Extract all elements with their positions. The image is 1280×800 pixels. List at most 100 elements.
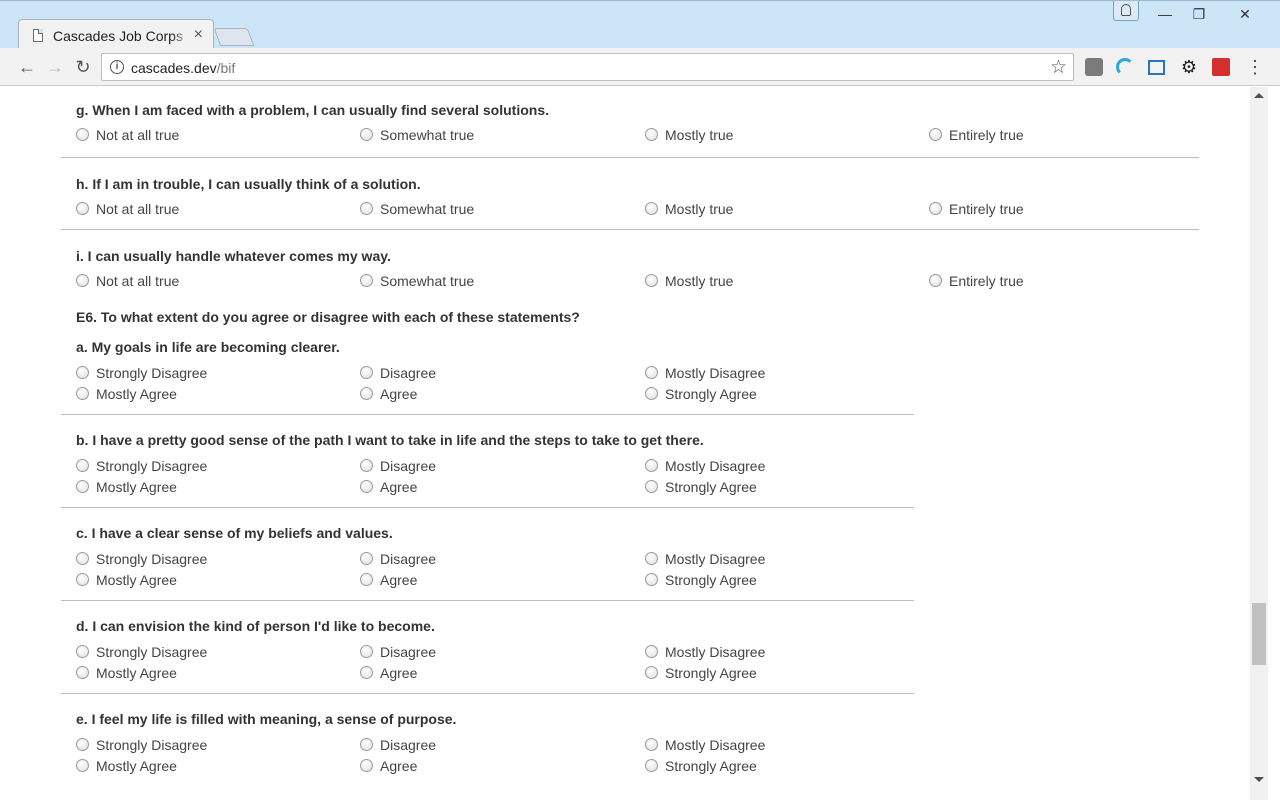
radio-button[interactable]	[360, 274, 373, 287]
radio-button[interactable]	[76, 666, 89, 679]
user-profile-button[interactable]	[1113, 1, 1139, 21]
scroll-up-arrow-icon[interactable]	[1254, 93, 1264, 98]
radio-button[interactable]	[360, 459, 373, 472]
radio-button[interactable]	[645, 387, 658, 400]
page-icon	[33, 29, 43, 42]
question-block: g. When I am faced with a problem, I can…	[61, 87, 1199, 158]
radio-label: Entirely true	[949, 273, 1024, 289]
screen-capture-icon[interactable]	[1148, 60, 1165, 75]
radio-button[interactable]	[76, 759, 89, 772]
radio-button[interactable]	[645, 459, 658, 472]
radio-label: Mostly Disagree	[665, 737, 766, 753]
radio-button[interactable]	[76, 387, 89, 400]
radio-label: Strongly Agree	[665, 386, 757, 402]
radio-label: Disagree	[380, 458, 437, 474]
browser-tab[interactable]: Cascades Job Corps ×	[18, 19, 214, 50]
question-text: a. My goals in life are becoming clearer…	[76, 339, 340, 355]
back-button[interactable]: ←	[16, 56, 38, 78]
minimize-button[interactable]: —	[1148, 3, 1182, 25]
radio-button[interactable]	[645, 366, 658, 379]
radio-label: Mostly true	[665, 201, 734, 217]
radio-button[interactable]	[929, 274, 942, 287]
radio-button[interactable]	[360, 666, 373, 679]
radio-button[interactable]	[645, 552, 658, 565]
radio-button[interactable]	[76, 202, 89, 215]
radio-label: Mostly Agree	[96, 572, 177, 588]
close-window-button[interactable]: ✕	[1228, 3, 1262, 25]
radio-label: Mostly Disagree	[665, 458, 766, 474]
radio-button[interactable]	[360, 738, 373, 751]
forward-button[interactable]: →	[44, 56, 66, 78]
radio-button[interactable]	[929, 202, 942, 215]
radio-button[interactable]	[645, 573, 658, 586]
bookmark-star-icon[interactable]: ☆	[1050, 56, 1067, 79]
radio-label: Mostly true	[665, 127, 734, 143]
radio-button[interactable]	[645, 202, 658, 215]
tab-close-icon[interactable]: ×	[194, 26, 203, 44]
info-icon[interactable]: i	[110, 60, 124, 74]
radio-button[interactable]	[929, 128, 942, 141]
question-text: e. I feel my life is filled with meaning…	[76, 711, 457, 727]
extension-note-icon[interactable]	[1085, 58, 1103, 76]
address-bar[interactable]: i cascades.dev/bif ☆	[101, 53, 1074, 81]
radio-label: Strongly Disagree	[96, 551, 208, 567]
question-block: a. My goals in life are becoming clearer…	[61, 322, 914, 415]
radio-button[interactable]	[76, 645, 89, 658]
radio-label: Somewhat true	[380, 273, 475, 289]
radio-button[interactable]	[645, 274, 658, 287]
maximize-button[interactable]: ❐	[1182, 3, 1216, 25]
question-block: e. I feel my life is filled with meaning…	[61, 694, 914, 787]
extension-wave-icon[interactable]	[1116, 58, 1134, 76]
question-text: i. I can usually handle whatever comes m…	[76, 248, 391, 264]
question-block: b. I have a pretty good sense of the pat…	[61, 415, 914, 508]
radio-button[interactable]	[76, 480, 89, 493]
radio-button[interactable]	[645, 128, 658, 141]
extension-red-icon[interactable]	[1212, 58, 1230, 76]
radio-label: Mostly Agree	[96, 386, 177, 402]
title-bar: Cascades Job Corps × — ❐ ✕	[0, 0, 1280, 50]
radio-button[interactable]	[76, 459, 89, 472]
radio-button[interactable]	[645, 645, 658, 658]
radio-label: Mostly true	[665, 273, 734, 289]
radio-button[interactable]	[645, 666, 658, 679]
radio-label: Somewhat true	[380, 127, 475, 143]
radio-button[interactable]	[645, 759, 658, 772]
url-text: cascades.dev/bif	[131, 60, 236, 76]
radio-button[interactable]	[76, 738, 89, 751]
radio-button[interactable]	[76, 552, 89, 565]
new-tab-button[interactable]	[213, 28, 255, 46]
scroll-down-arrow-icon[interactable]	[1254, 777, 1264, 782]
radio-label: Mostly Disagree	[665, 365, 766, 381]
radio-button[interactable]	[360, 573, 373, 586]
radio-button[interactable]	[360, 759, 373, 772]
radio-button[interactable]	[360, 645, 373, 658]
vertical-scrollbar[interactable]	[1250, 87, 1268, 800]
radio-button[interactable]	[76, 366, 89, 379]
radio-button[interactable]	[360, 480, 373, 493]
radio-label: Somewhat true	[380, 201, 475, 217]
radio-button[interactable]	[76, 274, 89, 287]
radio-button[interactable]	[76, 573, 89, 586]
radio-label: Strongly Agree	[665, 479, 757, 495]
radio-button[interactable]	[645, 480, 658, 493]
settings-gear-icon[interactable]: ⚙	[1180, 58, 1198, 76]
page-content: g. When I am faced with a problem, I can…	[0, 87, 1250, 800]
question-text: h. If I am in trouble, I can usually thi…	[76, 176, 421, 192]
radio-button[interactable]	[76, 128, 89, 141]
radio-label: Strongly Agree	[665, 572, 757, 588]
radio-button[interactable]	[360, 387, 373, 400]
radio-button[interactable]	[360, 366, 373, 379]
radio-label: Not at all true	[96, 201, 180, 217]
question-text: d. I can envision the kind of person I'd…	[76, 618, 435, 634]
radio-button[interactable]	[645, 738, 658, 751]
window-edge	[1268, 87, 1280, 800]
reload-button[interactable]: ↻	[72, 56, 94, 78]
radio-label: Strongly Disagree	[96, 737, 208, 753]
radio-button[interactable]	[360, 552, 373, 565]
browser-menu-icon[interactable]: ⋮	[1246, 58, 1264, 76]
radio-button[interactable]	[360, 128, 373, 141]
radio-button[interactable]	[360, 202, 373, 215]
question-block: d. I can envision the kind of person I'd…	[61, 601, 914, 694]
scroll-thumb[interactable]	[1252, 603, 1266, 665]
radio-label: Agree	[380, 479, 418, 495]
